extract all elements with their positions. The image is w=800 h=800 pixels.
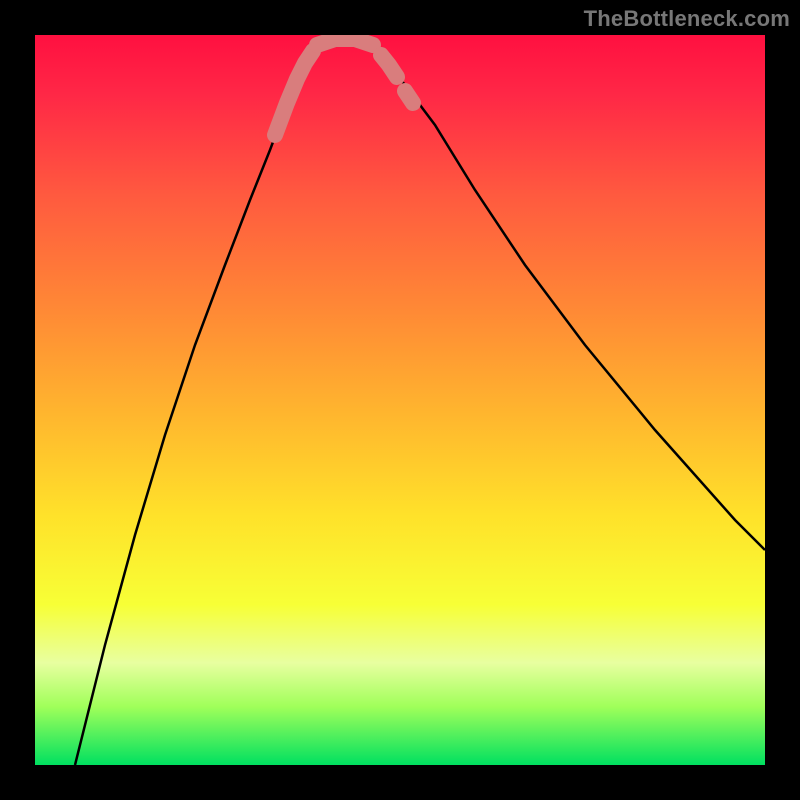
series-highlight-pink-seg-1: [317, 39, 373, 45]
watermark-text: TheBottleneck.com: [584, 6, 790, 32]
series-highlight-pink-seg-3: [405, 91, 413, 103]
chart-frame: TheBottleneck.com: [0, 0, 800, 800]
curve-svg: [35, 35, 765, 765]
plot-area: [35, 35, 765, 765]
series-highlight-pink-seg-0: [275, 51, 313, 135]
series-bottleneck-curve: [75, 39, 765, 765]
series-highlight-pink-seg-2: [381, 55, 397, 77]
